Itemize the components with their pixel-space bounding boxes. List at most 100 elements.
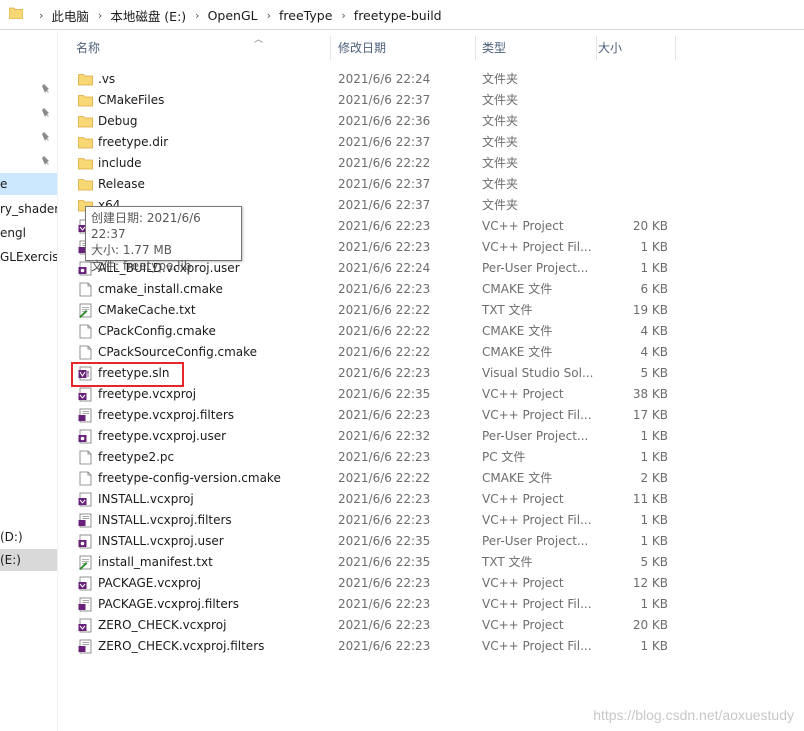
file-type: VC++ Project Fil...: [482, 240, 592, 254]
file-name[interactable]: cmake_install.cmake: [98, 279, 318, 300]
file-date: 2021/6/6 22:32: [338, 429, 431, 443]
navigation-pane: e ry_shader_ engl GLExercis (D:) (E:): [0, 31, 58, 731]
file-row[interactable]: freetype.vcxproj.filters 2021/6/6 22:23 VC…: [58, 405, 678, 426]
file-row[interactable]: ZERO_CHECK.vcxproj 2021/6/6 22:23 VC++ Pro…: [58, 615, 678, 636]
file-date: 2021/6/6 22:35: [338, 534, 431, 548]
file-name[interactable]: Debug: [98, 111, 318, 132]
file-type: Per-User Project...: [482, 429, 589, 443]
file-row[interactable]: PACKAGE.vcxproj.filters 2021/6/6 22:23 VC+…: [58, 594, 678, 615]
file-name[interactable]: ZERO_CHECK.vcxproj: [98, 615, 318, 636]
file-row[interactable]: freetype.vcxproj 2021/6/6 22:35 VC++ Proje…: [58, 384, 678, 405]
breadcrumb-label: freetype-build: [353, 7, 442, 23]
file-row[interactable]: freetype-config-version.cmake 2021/6/6 22…: [58, 468, 678, 489]
folder-icon: [9, 7, 23, 19]
file-name[interactable]: CPackSourceConfig.cmake: [98, 342, 318, 363]
column-size[interactable]: 大小: [580, 34, 660, 62]
address-bar[interactable]: › 此电脑 › 本地磁盘 (E:) › OpenGL › freeType › freetype-…: [0, 0, 804, 30]
column-name[interactable]: 名称: [58, 34, 330, 62]
file-date: 2021/6/6 22:22: [338, 156, 431, 170]
file-date: 2021/6/6 22:37: [338, 177, 431, 191]
file-size: 20 KB: [632, 618, 668, 632]
file-name[interactable]: Release: [98, 174, 318, 195]
file-row[interactable]: INSTALL.vcxproj 2021/6/6 22:23 VC++ Projec…: [58, 489, 678, 510]
nav-item-quick-access[interactable]: ry_shader_: [0, 198, 57, 220]
file-name[interactable]: freetype2.pc: [98, 447, 318, 468]
file-name[interactable]: freetype.vcxproj: [98, 384, 318, 405]
file-date: 2021/6/6 22:23: [338, 282, 431, 296]
nav-item-quick-access[interactable]: engl: [0, 222, 57, 244]
file-row[interactable]: cmake_install.cmake 2021/6/6 22:23 CMAKE 文…: [58, 279, 678, 300]
file-date: 2021/6/6 22:35: [338, 555, 431, 569]
file-name[interactable]: PACKAGE.vcxproj: [98, 573, 318, 594]
breadcrumb-item[interactable]: › 此电脑: [30, 0, 89, 30]
file-row[interactable]: CMakeFiles 2021/6/6 22:37 文件夹: [58, 90, 678, 111]
file-row[interactable]: .vs 2021/6/6 22:24 文件夹: [58, 69, 678, 90]
file-type: CMAKE 文件: [482, 345, 553, 359]
file-row[interactable]: INSTALL.vcxproj.filters 2021/6/6 22:23 VC+…: [58, 510, 678, 531]
chevron-right-icon[interactable]: ›: [186, 9, 207, 22]
pin-icon[interactable]: [40, 155, 52, 167]
breadcrumb-item[interactable]: › OpenGL: [186, 0, 257, 30]
file-name[interactable]: .vs: [98, 69, 318, 90]
file-row[interactable]: include 2021/6/6 22:22 文件夹: [58, 153, 678, 174]
file-name[interactable]: CMakeFiles: [98, 90, 318, 111]
pin-icon[interactable]: [40, 83, 52, 95]
folder-icon: [78, 158, 93, 170]
file-row[interactable]: CPackConfig.cmake 2021/6/6 22:22 CMAKE 文件 4…: [58, 321, 678, 342]
file-row[interactable]: Debug 2021/6/6 22:36 文件夹: [58, 111, 678, 132]
file-name[interactable]: freetype.dir: [98, 132, 318, 153]
file-name[interactable]: INSTALL.vcxproj.user: [98, 531, 318, 552]
file-name[interactable]: ZERO_CHECK.vcxproj.filters: [98, 636, 318, 657]
breadcrumb-item[interactable]: › freetype-build: [332, 0, 441, 30]
breadcrumb-item[interactable]: › freeType: [258, 0, 333, 30]
file-name[interactable]: include: [98, 153, 318, 174]
file-name[interactable]: CPackConfig.cmake: [98, 321, 318, 342]
file-type: CMAKE 文件: [482, 471, 553, 485]
file-name[interactable]: INSTALL.vcxproj.filters: [98, 510, 318, 531]
nav-item-drive-d[interactable]: (D:): [0, 526, 57, 548]
file-row[interactable]: INSTALL.vcxproj.user 2021/6/6 22:35 Per-Us…: [58, 531, 678, 552]
nav-item-quick-access-selected[interactable]: e: [0, 173, 57, 195]
file-row[interactable]: freetype2.pc 2021/6/6 22:23 PC 文件 1 KB: [58, 447, 678, 468]
breadcrumb-item[interactable]: › 本地磁盘 (E:): [89, 0, 186, 30]
file-row[interactable]: PACKAGE.vcxproj 2021/6/6 22:23 VC++ Projec…: [58, 573, 678, 594]
file-row[interactable]: CMakeCache.txt 2021/6/6 22:22 TXT 文件 19 KB: [58, 300, 678, 321]
file-name[interactable]: INSTALL.vcxproj: [98, 489, 318, 510]
vcxproj-icon: [78, 492, 92, 507]
file-row[interactable]: install_manifest.txt 2021/6/6 22:35 TXT 文件…: [58, 552, 678, 573]
pin-icon[interactable]: [40, 107, 52, 119]
file-size: [598, 132, 668, 153]
file-name[interactable]: freetype-config-version.cmake: [98, 468, 318, 489]
chevron-right-icon[interactable]: ›: [258, 9, 279, 22]
chevron-right-icon[interactable]: ›: [89, 9, 110, 22]
chevron-right-icon[interactable]: ›: [332, 9, 353, 22]
file-date: 2021/6/6 22:23: [338, 450, 431, 464]
vcxproj-icon: [78, 576, 92, 591]
txt-icon: [79, 303, 92, 318]
file-name[interactable]: freetype.vcxproj.user: [98, 426, 318, 447]
file-type: Visual Studio Sol...: [482, 366, 594, 380]
column-date[interactable]: 修改日期: [320, 34, 470, 62]
column-type[interactable]: 类型: [464, 34, 582, 62]
pin-icon[interactable]: [40, 131, 52, 143]
nav-item-quick-access[interactable]: GLExercis: [0, 246, 57, 268]
file-type: VC++ Project: [482, 387, 564, 401]
file-name[interactable]: install_manifest.txt: [98, 552, 318, 573]
nav-item-drive-e[interactable]: (E:): [0, 549, 57, 571]
file-size: [598, 195, 668, 216]
file-size: [598, 111, 668, 132]
file-type: TXT 文件: [482, 303, 533, 317]
file-row[interactable]: ZERO_CHECK.vcxproj.filters 2021/6/6 22:23…: [58, 636, 678, 657]
file-row[interactable]: freetype.dir 2021/6/6 22:37 文件夹: [58, 132, 678, 153]
file-size: 1 KB: [640, 429, 668, 443]
file-row[interactable]: Release 2021/6/6 22:37 文件夹: [58, 174, 678, 195]
chevron-right-icon[interactable]: ›: [30, 9, 51, 22]
file-name[interactable]: freetype.vcxproj.filters: [98, 405, 318, 426]
file-row[interactable]: CPackSourceConfig.cmake 2021/6/6 22:22 CMA…: [58, 342, 678, 363]
file-type: CMAKE 文件: [482, 324, 553, 338]
file-name[interactable]: PACKAGE.vcxproj.filters: [98, 594, 318, 615]
file-row[interactable]: freetype.vcxproj.user 2021/6/6 22:32 Per-U…: [58, 426, 678, 447]
file-size: 1 KB: [640, 240, 668, 254]
file-size: 12 KB: [632, 576, 668, 590]
file-name[interactable]: CMakeCache.txt: [98, 300, 318, 321]
